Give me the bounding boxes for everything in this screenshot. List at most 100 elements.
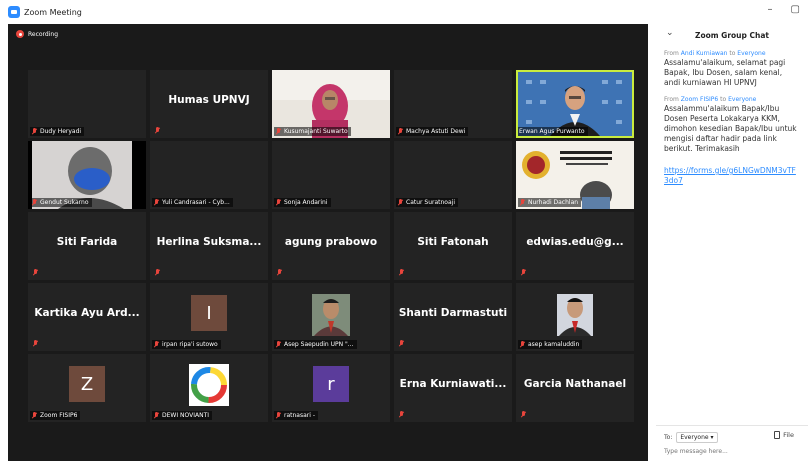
restore-button[interactable]: ▢: [791, 4, 800, 15]
mic-muted-icon: [31, 412, 37, 419]
from-word: From: [664, 50, 679, 57]
chat-message: From Zoom FISIP6 to Everyone Assalammu'a…: [656, 96, 808, 186]
mic-muted-icon: [32, 340, 38, 347]
chat-panel: ⌄ Zoom Group Chat From Andi Kurniawan to…: [656, 24, 808, 461]
participant-name: DEWI NOVIANTI: [162, 412, 210, 419]
chat-message-input[interactable]: [664, 448, 794, 455]
mic-muted-icon: [398, 269, 404, 276]
mic-muted-icon: [275, 128, 281, 135]
participant-tile[interactable]: Sonja Andarini: [272, 141, 390, 209]
chat-composer: To: Everyone ▾ File: [656, 425, 808, 461]
recipient-value: Everyone: [680, 434, 709, 441]
mic-muted-icon: [31, 199, 37, 206]
mic-muted-icon: [520, 269, 526, 276]
mic-muted-icon: [519, 199, 525, 206]
message-text: Assalamu'alaikum, selamat pagi Bapak, Ib…: [664, 58, 786, 87]
mic-muted-icon: [398, 340, 404, 347]
to-word: to: [729, 50, 736, 57]
participant-tile[interactable]: r ratnasari -: [272, 354, 390, 422]
participant-tile[interactable]: Herlina Suksma...: [150, 212, 268, 280]
mic-muted-icon: [520, 411, 526, 418]
window-title: Zoom Meeting: [24, 7, 82, 17]
participant-tile[interactable]: Dudy Heryadi: [28, 70, 146, 138]
participant-name: Asep Saepudin UPN "...: [284, 341, 354, 348]
message-recipient[interactable]: Everyone: [728, 96, 756, 103]
zoom-app-icon: [8, 6, 20, 18]
participant-name: Yuli Candrasari - Cyb...: [162, 199, 230, 206]
participant-tile[interactable]: Yuli Candrasari - Cyb...: [150, 141, 268, 209]
mic-muted-icon: [397, 128, 403, 135]
message-text: Assalammu'alaikum Bapak/Ibu Dosen Pesert…: [664, 104, 797, 153]
message-sender[interactable]: Zoom FISIP6: [681, 96, 718, 103]
participant-display-name: Kartika Ayu Ard...: [34, 307, 140, 319]
participant-tile[interactable]: Machya Astuti Dewi: [394, 70, 512, 138]
mic-muted-icon: [519, 341, 525, 348]
participant-tile[interactable]: Siti Fatonah: [394, 212, 512, 280]
mic-muted-icon: [275, 199, 281, 206]
mic-muted-icon: [397, 199, 403, 206]
participant-name: Catur Suratnoaji: [406, 199, 455, 206]
participant-tile[interactable]: Kartika Ayu Ard...: [28, 283, 146, 351]
participant-tile[interactable]: asep kamaluddin: [516, 283, 634, 351]
participant-tile[interactable]: Catur Suratnoaji: [394, 141, 512, 209]
minimize-button[interactable]: –: [768, 4, 773, 15]
recording-icon: [16, 30, 24, 38]
message-sender[interactable]: Andi Kurniawan: [681, 50, 728, 57]
participant-tile[interactable]: Siti Farida: [28, 212, 146, 280]
participant-name: asep kamaluddin: [528, 341, 580, 348]
participant-tile[interactable]: I irpan ripa'i sutowo: [150, 283, 268, 351]
participant-tile[interactable]: DEWI NOVIANTI: [150, 354, 268, 422]
mic-muted-icon: [275, 412, 281, 419]
participant-tile[interactable]: Kusumajanti Suwarto: [272, 70, 390, 138]
mic-muted-icon: [31, 128, 37, 135]
participant-display-name: Siti Fatonah: [417, 236, 489, 248]
participant-display-name: Shanti Darmastuti: [398, 307, 508, 319]
participant-display-name: Garcia Nathanael: [523, 378, 627, 390]
participant-name: Kusumajanti Suwarto: [284, 128, 348, 135]
to-label: To:: [664, 434, 673, 441]
participant-tile[interactable]: Nurhadi Dachlan: [516, 141, 634, 209]
participant-tile[interactable]: Erna Kurniawati...: [394, 354, 512, 422]
mic-muted-icon: [153, 341, 159, 348]
participant-tile[interactable]: edwias.edu@g...: [516, 212, 634, 280]
participant-name: Erwan Agus Purwanto: [519, 128, 585, 135]
chevron-down-icon[interactable]: ⌄: [666, 28, 674, 38]
participant-display-name: agung prabowo: [284, 236, 378, 248]
participant-display-name: Siti Farida: [56, 236, 118, 248]
participant-name: ratnasari -: [284, 412, 315, 419]
to-word: to: [720, 96, 727, 103]
recording-label: Recording: [28, 30, 59, 38]
participant-name: Nurhadi Dachlan: [528, 199, 579, 206]
participant-tile[interactable]: Asep Saepudin UPN "...: [272, 283, 390, 351]
participant-name: Machya Astuti Dewi: [406, 128, 466, 135]
participant-tile[interactable]: agung prabowo: [272, 212, 390, 280]
chat-message: From Andi Kurniawan to Everyone Assalamu…: [656, 50, 808, 88]
participant-gallery: Dudy Heryadi Humas UPNVJ Kusumajanti Suw…: [28, 70, 634, 422]
participant-avatar: r: [313, 366, 349, 402]
recipient-select[interactable]: Everyone ▾: [676, 432, 718, 443]
participant-tile[interactable]: Z Zoom FISIP6: [28, 354, 146, 422]
participant-display-name: Erna Kurniawati...: [399, 378, 507, 390]
chat-header: ⌄ Zoom Group Chat: [656, 24, 808, 46]
participant-tile[interactable]: Gendut Sukarno: [28, 141, 146, 209]
message-recipient[interactable]: Everyone: [737, 50, 765, 57]
participant-tile[interactable]: Shanti Darmastuti: [394, 283, 512, 351]
mic-muted-icon: [275, 341, 281, 348]
participant-name: Gendut Sukarno: [40, 199, 89, 206]
mic-muted-icon: [398, 411, 404, 418]
mic-muted-icon: [154, 127, 160, 134]
message-link[interactable]: https://forms.gle/g6LNGwDNM3vTF3do7: [664, 166, 800, 186]
title-bar: Zoom Meeting – ▢: [0, 0, 808, 24]
participant-tile-active-speaker[interactable]: Erwan Agus Purwanto: [516, 70, 634, 138]
participant-name: irpan ripa'i sutowo: [162, 341, 218, 348]
participant-tile[interactable]: Humas UPNVJ: [150, 70, 268, 138]
mic-muted-icon: [153, 412, 159, 419]
file-button[interactable]: File: [774, 431, 794, 439]
participant-display-name: Herlina Suksma...: [156, 236, 262, 248]
participant-tile[interactable]: Garcia Nathanael: [516, 354, 634, 422]
chevron-down-icon: ▾: [710, 434, 714, 441]
participant-name: Sonja Andarini: [284, 199, 328, 206]
chat-title: Zoom Group Chat: [695, 30, 769, 40]
recording-indicator[interactable]: Recording: [16, 30, 58, 38]
mic-muted-icon: [154, 269, 160, 276]
